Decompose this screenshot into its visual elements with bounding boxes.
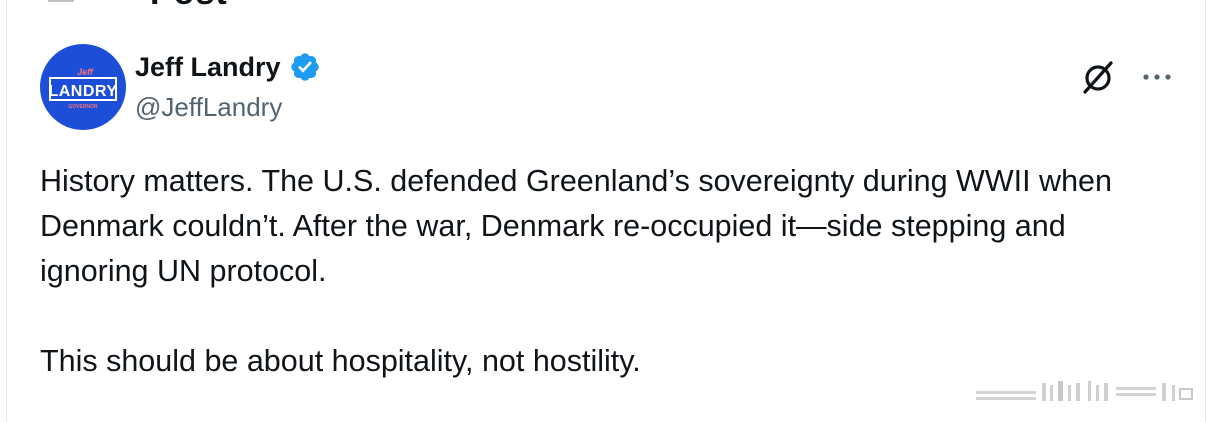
verified-badge-icon[interactable] [289,51,321,83]
watermark-graphic [976,379,1196,410]
tweet-text: History matters. The U.S. defended Green… [40,159,1180,384]
author-name-row: Jeff Landry [135,50,321,84]
avatar-bottom-text: GOVERNOR [68,104,98,110]
post-header-actions [1078,57,1172,97]
tweet-paragraph: History matters. The U.S. defended Green… [40,164,1112,288]
avatar[interactable]: Jeff LANDRY GOVERNOR [40,44,126,130]
author-block: Jeff Landry @JeffLandry [135,50,321,124]
header-divider [48,0,74,2]
tweet-paragraph: This should be about hospitality, not ho… [40,344,641,378]
avatar-logo: Jeff LANDRY GOVERNOR [48,67,117,110]
author-display-name[interactable]: Jeff Landry [135,50,281,84]
page-header-title: Post [150,0,228,13]
author-handle[interactable]: @JeffLandry [135,90,321,124]
more-options-icon[interactable] [1142,72,1172,82]
avatar-top-text: Jeff [77,67,94,77]
avatar-main-text: LANDRY [48,83,117,100]
grok-icon[interactable] [1078,57,1118,97]
